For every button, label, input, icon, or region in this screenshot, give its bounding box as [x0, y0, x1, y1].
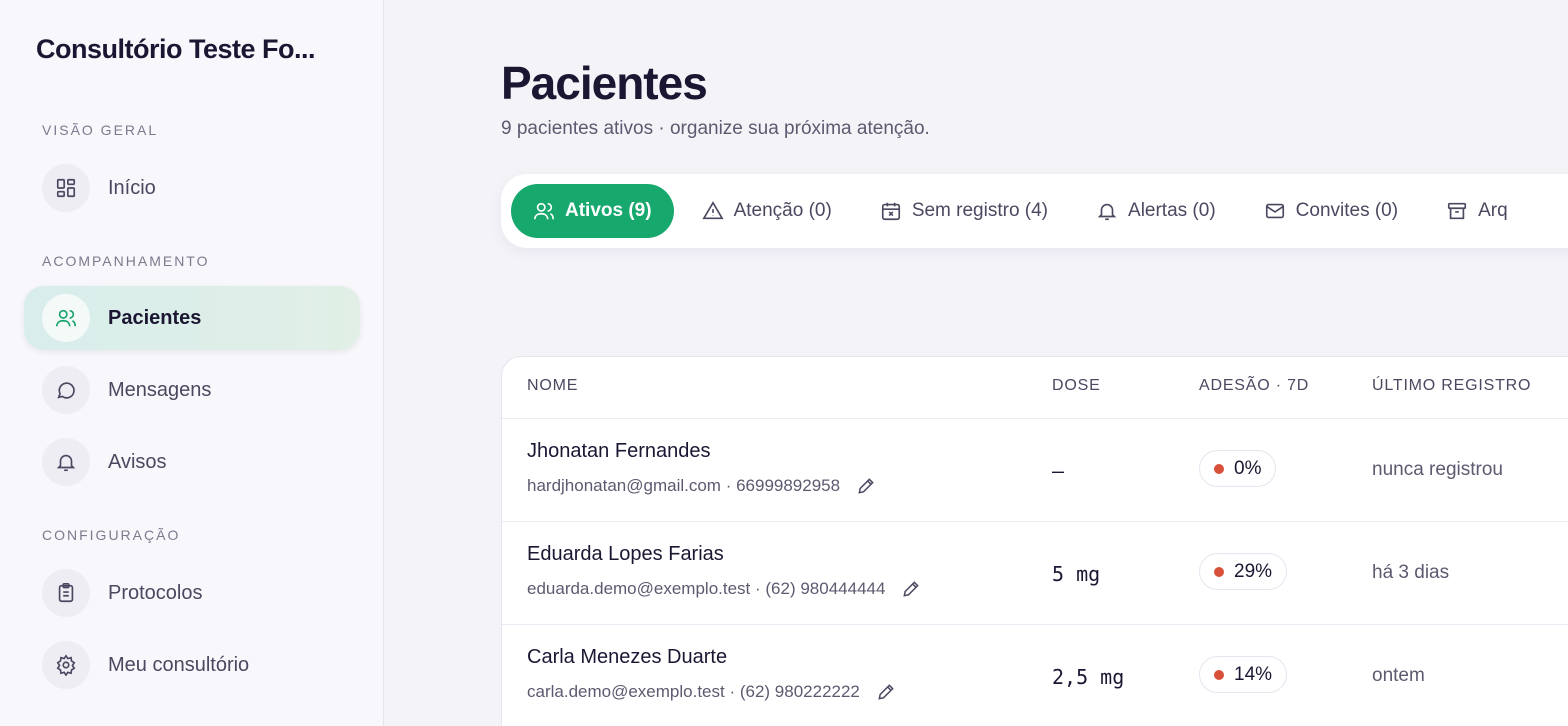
- tab-atencao[interactable]: Atenção (0): [701, 184, 832, 238]
- sidebar-item-protocolos[interactable]: Protocolos: [24, 561, 360, 625]
- sidebar-item-avisos[interactable]: Avisos: [24, 430, 360, 494]
- sidebar-item-label: Meu consultório: [108, 653, 250, 676]
- tab-label: Alertas (0): [1128, 200, 1216, 221]
- section-label-config: CONFIGURAÇÃO: [42, 527, 181, 543]
- tab-label: Convites (0): [1295, 200, 1399, 221]
- patient-contact-text: carla.demo@exemplo.test · (62) 980222222: [527, 682, 860, 701]
- patient-filter-tabs: Ativos (9) Atenção (0) Sem registro (4) …: [501, 174, 1568, 248]
- table-row[interactable]: Carla Menezes Duarte carla.demo@exemplo.…: [502, 625, 1568, 726]
- status-dot: [1214, 566, 1224, 577]
- adherence-value: 0%: [1234, 457, 1262, 479]
- edit-pencil-icon[interactable]: [901, 579, 921, 599]
- status-dot: [1214, 463, 1224, 474]
- gear-icon: [42, 641, 90, 689]
- warning-icon: [701, 201, 724, 220]
- table-row[interactable]: Jhonatan Fernandes hardjhonatan@gmail.co…: [502, 419, 1568, 522]
- clipboard-icon: [42, 569, 90, 617]
- section-label-overview: VISÃO GERAL: [42, 122, 159, 138]
- adherence-value: 14%: [1234, 663, 1273, 685]
- patient-contact-text: eduarda.demo@exemplo.test · (62) 9804444…: [527, 579, 886, 598]
- patient-contact: hardjhonatan@gmail.com · 66999892958: [527, 476, 876, 496]
- patient-dose: 5 mg: [1052, 562, 1101, 586]
- patient-contact-text: hardjhonatan@gmail.com · 66999892958: [527, 476, 841, 495]
- sidebar: Consultório Teste Fo... VISÃO GERAL Iníc…: [0, 0, 384, 726]
- column-header-nome[interactable]: NOME: [527, 377, 578, 395]
- table-row[interactable]: Eduarda Lopes Farias eduarda.demo@exempl…: [502, 522, 1568, 625]
- edit-pencil-icon[interactable]: [856, 476, 876, 496]
- patient-contact: carla.demo@exemplo.test · (62) 980222222: [527, 682, 896, 702]
- patient-name: Eduarda Lopes Farias: [527, 543, 724, 565]
- tab-convites[interactable]: Convites (0): [1264, 184, 1398, 238]
- users-icon: [534, 202, 554, 220]
- patient-contact: eduarda.demo@exemplo.test · (62) 9804444…: [527, 579, 921, 599]
- clinic-name: Consultório Teste Fo...: [36, 34, 316, 64]
- column-header-adesao[interactable]: ADESÃO · 7D: [1199, 377, 1309, 395]
- sidebar-item-label: Início: [108, 176, 156, 199]
- patient-dose: 2,5 mg: [1052, 665, 1125, 689]
- sidebar-item-inicio[interactable]: Início: [24, 156, 360, 220]
- tab-sem-registro[interactable]: Sem registro (4): [880, 184, 1048, 238]
- adherence-value: 29%: [1234, 560, 1273, 582]
- last-record: há 3 dias: [1372, 562, 1450, 583]
- last-record: ontem: [1372, 665, 1425, 686]
- tab-label: Arq: [1478, 200, 1508, 221]
- sidebar-item-label: Mensagens: [108, 378, 212, 401]
- adherence-badge: 14%: [1199, 656, 1288, 693]
- archive-icon: [1448, 202, 1467, 220]
- status-dot: [1214, 669, 1224, 680]
- patient-dose: –: [1052, 459, 1065, 483]
- message-icon: [42, 366, 90, 414]
- patient-name: Carla Menezes Duarte: [527, 646, 728, 668]
- column-header-ultimo-registro[interactable]: ÚLTIMO REGISTRO: [1372, 377, 1531, 395]
- section-label-tracking: ACOMPANHAMENTO: [42, 253, 210, 269]
- column-header-dose[interactable]: DOSE: [1052, 377, 1101, 395]
- sidebar-item-label: Avisos: [108, 450, 167, 473]
- bell-icon: [42, 438, 90, 486]
- page-title: Pacientes: [501, 57, 708, 109]
- tab-label: Sem registro (4): [911, 200, 1049, 221]
- patient-name: Jhonatan Fernandes: [527, 440, 711, 462]
- page-subtitle: 9 pacientes ativos · organize sua próxim…: [501, 118, 930, 139]
- users-icon: [42, 294, 90, 342]
- calendar-x-icon: [881, 202, 900, 221]
- table-header: NOME DOSE ADESÃO · 7D ÚLTIMO REGISTRO: [502, 357, 1568, 419]
- edit-pencil-icon[interactable]: [876, 682, 896, 702]
- last-record: nunca registrou: [1372, 459, 1503, 480]
- tab-arquivados[interactable]: Arq: [1446, 184, 1508, 238]
- tab-ativos[interactable]: Ativos (9): [511, 184, 674, 238]
- dashboard-icon: [42, 164, 90, 212]
- mail-icon: [1265, 203, 1284, 219]
- adherence-badge: 29%: [1199, 553, 1288, 590]
- adherence-badge: 0%: [1199, 450, 1277, 487]
- bell-icon: [1097, 203, 1117, 221]
- sidebar-item-label: Protocolos: [108, 581, 203, 604]
- tab-alertas[interactable]: Alertas (0): [1096, 184, 1216, 238]
- sidebar-item-meu-consultorio[interactable]: Meu consultório: [24, 633, 360, 697]
- sidebar-item-label: Pacientes: [108, 306, 202, 329]
- tab-label: Atenção (0): [733, 200, 832, 221]
- sidebar-item-pacientes[interactable]: Pacientes: [24, 286, 360, 350]
- sidebar-item-mensagens[interactable]: Mensagens: [24, 358, 360, 422]
- tab-label: Ativos (9): [565, 200, 652, 221]
- patients-table: NOME DOSE ADESÃO · 7D ÚLTIMO REGISTRO Jh…: [501, 356, 1568, 726]
